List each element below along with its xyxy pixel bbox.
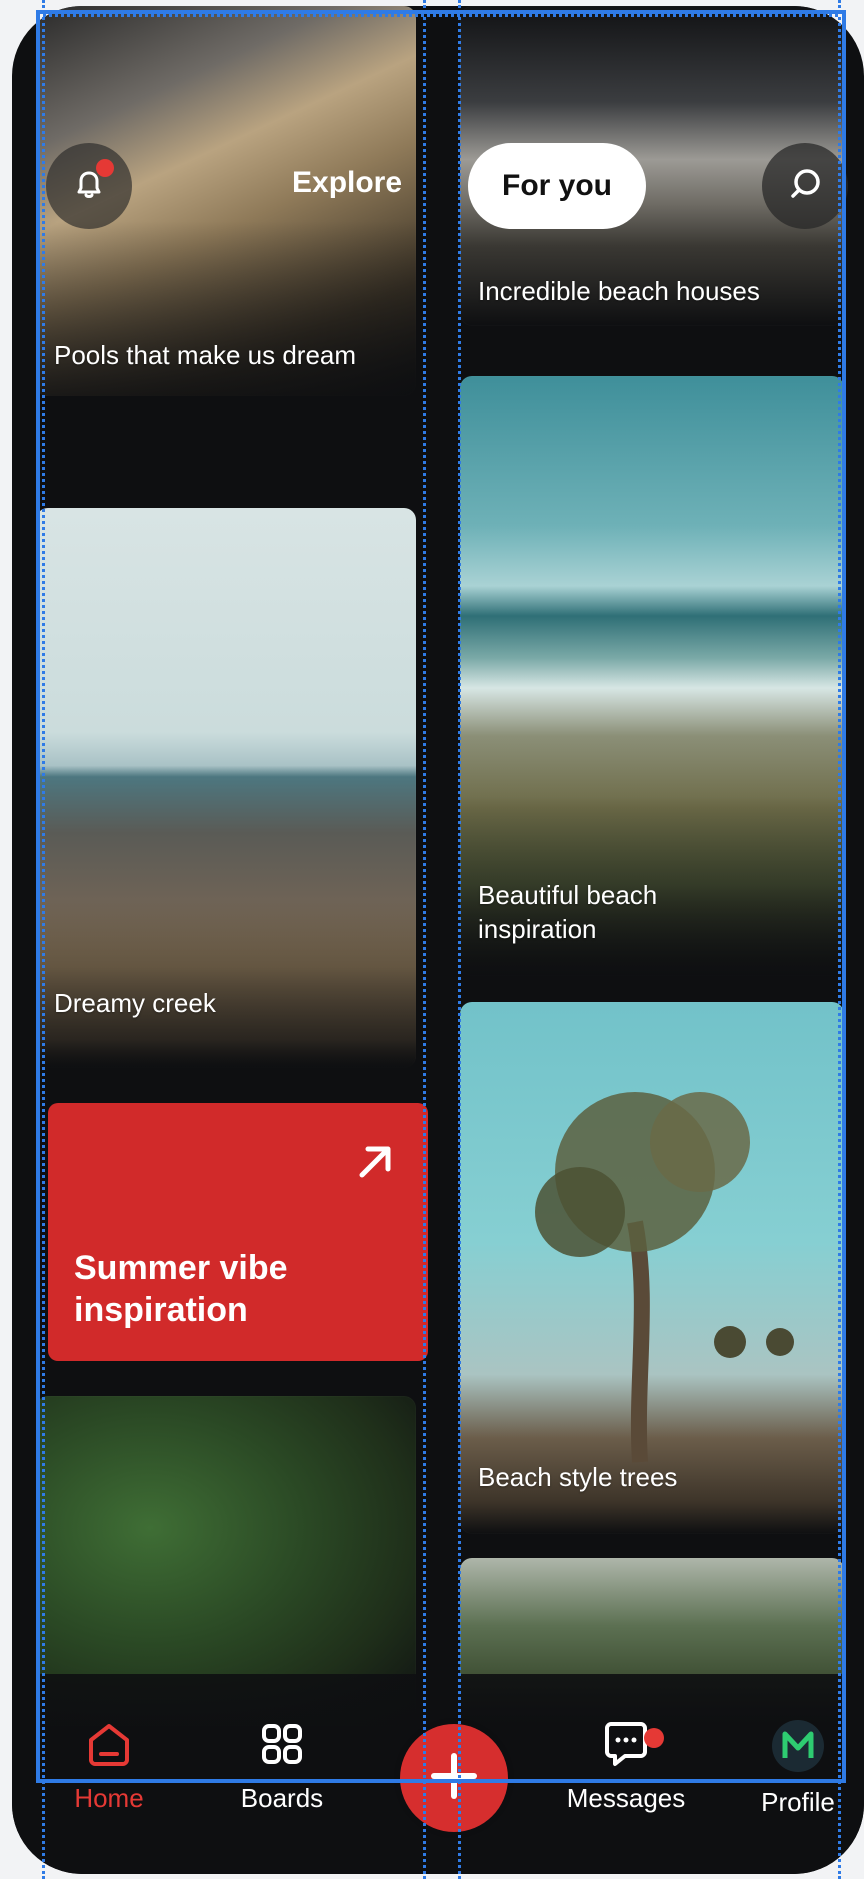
card-label: Incredible beach houses xyxy=(478,276,760,306)
card-dreamy-creek[interactable]: Dreamy creek xyxy=(36,508,416,1068)
image-fade xyxy=(36,900,416,1068)
card-beach-inspiration[interactable]: Beautiful beach inspiration xyxy=(460,376,844,976)
nav-profile[interactable]: Profile xyxy=(728,1718,864,1818)
nav-profile-label: Profile xyxy=(761,1787,835,1817)
create-button[interactable] xyxy=(400,1724,508,1832)
search-icon xyxy=(785,164,825,209)
nav-boards[interactable]: Boards xyxy=(212,1718,352,1814)
phone-frame: Pools that make us dream Dreamy creek Su… xyxy=(12,6,864,1874)
home-icon xyxy=(83,1724,135,1774)
arrow-up-right-icon xyxy=(352,1139,398,1190)
messages-badge xyxy=(644,1728,664,1748)
nav-home-label: Home xyxy=(74,1783,144,1813)
plus-icon xyxy=(426,1748,482,1809)
promo-title: Summer vibe inspiration xyxy=(74,1249,288,1329)
card-label: Beach style trees xyxy=(478,1462,678,1492)
avatar-m-icon xyxy=(770,1720,826,1778)
search-button[interactable] xyxy=(762,143,848,229)
tab-explore[interactable]: Explore xyxy=(292,166,402,200)
notification-badge xyxy=(96,159,114,177)
nav-messages[interactable]: Messages xyxy=(556,1718,696,1814)
tab-for-you[interactable]: For you xyxy=(468,143,646,229)
tree-illustration xyxy=(535,1092,794,1463)
card-beach-trees[interactable]: Beach style trees xyxy=(460,1002,844,1534)
notifications-button[interactable] xyxy=(46,143,132,229)
card-label: Pools that make us dream xyxy=(54,340,357,370)
card-label: Beautiful beach inspiration xyxy=(478,880,658,944)
promo-card[interactable]: Summer vibe inspiration xyxy=(48,1103,428,1361)
card-label: Dreamy creek xyxy=(54,988,216,1018)
chat-bubble-icon xyxy=(599,1722,653,1774)
grid-icon xyxy=(256,1724,308,1774)
nav-boards-label: Boards xyxy=(240,1783,324,1813)
nav-messages-label: Messages xyxy=(566,1783,686,1813)
nav-home[interactable]: Home xyxy=(39,1718,179,1814)
